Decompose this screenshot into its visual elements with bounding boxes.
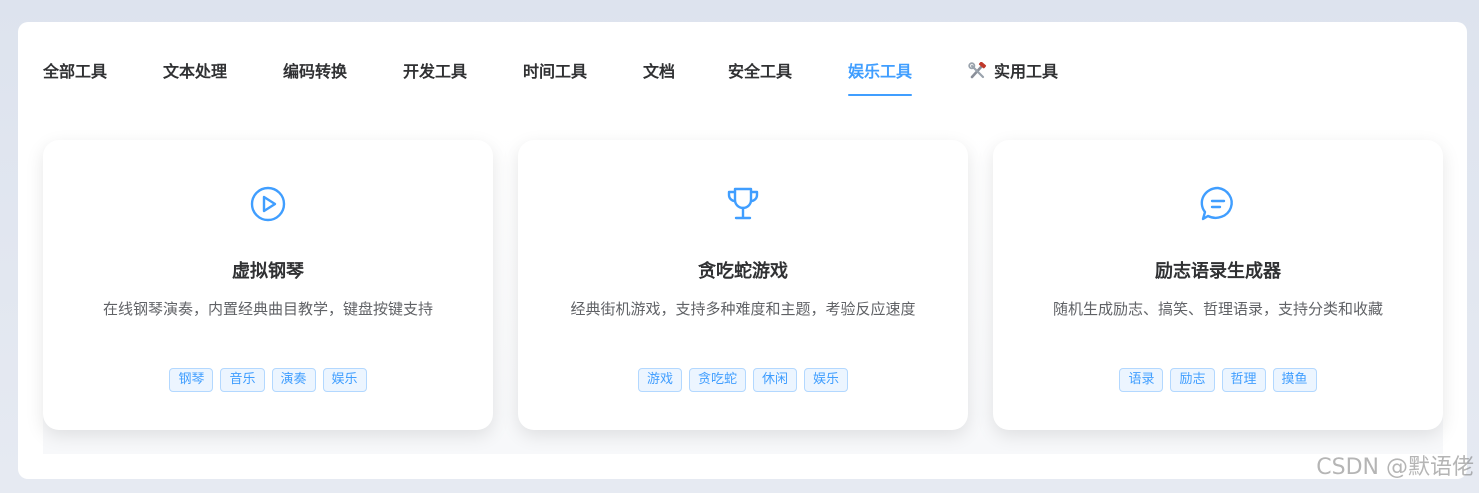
tag: 语录 bbox=[1119, 368, 1164, 392]
tool-cards: 虚拟钢琴 在线钢琴演奏，内置经典曲目教学，键盘按键支持 钢琴 音乐 演奏 娱乐 bbox=[43, 128, 1443, 454]
tab-encoding[interactable]: 编码转换 bbox=[283, 60, 347, 96]
hammer-wrench-icon bbox=[968, 61, 988, 87]
tag: 娱乐 bbox=[804, 368, 849, 392]
trophy-icon bbox=[518, 184, 968, 226]
tab-all-tools[interactable]: 全部工具 bbox=[43, 60, 107, 96]
tool-card-virtual-piano[interactable]: 虚拟钢琴 在线钢琴演奏，内置经典曲目教学，键盘按键支持 钢琴 音乐 演奏 娱乐 bbox=[43, 140, 493, 430]
tab-security-tools[interactable]: 安全工具 bbox=[728, 60, 792, 96]
card-title: 贪吃蛇游戏 bbox=[698, 261, 788, 282]
tab-entertainment-tools[interactable]: 娱乐工具 bbox=[848, 60, 913, 96]
tag: 演奏 bbox=[271, 368, 316, 392]
tag: 哲理 bbox=[1221, 368, 1266, 392]
card-tags: 游戏 贪吃蛇 休闲 娱乐 bbox=[518, 368, 968, 392]
tab-time-tools[interactable]: 时间工具 bbox=[523, 60, 587, 96]
tools-panel: 全部工具 文本处理 编码转换 开发工具 时间工具 文档 安全工具 娱乐工具 实用… bbox=[18, 22, 1467, 479]
chat-bubble-icon bbox=[993, 184, 1443, 226]
tag: 游戏 bbox=[637, 368, 682, 392]
tab-dev-tools[interactable]: 开发工具 bbox=[403, 60, 467, 96]
tab-docs[interactable]: 文档 bbox=[643, 60, 675, 96]
watermark: CSDN @默语佬 bbox=[1316, 455, 1474, 480]
tag: 音乐 bbox=[220, 368, 265, 392]
tool-card-snake-game[interactable]: 贪吃蛇游戏 经典街机游戏，支持多种难度和主题，考验反应速度 游戏 贪吃蛇 休闲 … bbox=[518, 140, 968, 430]
card-title: 虚拟钢琴 bbox=[232, 261, 304, 282]
card-tags: 钢琴 音乐 演奏 娱乐 bbox=[43, 368, 493, 392]
tag: 钢琴 bbox=[169, 368, 214, 392]
tool-card-quote-generator[interactable]: 励志语录生成器 随机生成励志、搞笑、哲理语录，支持分类和收藏 语录 励志 哲理 … bbox=[993, 140, 1443, 430]
tab-utility-label: 实用工具 bbox=[994, 62, 1059, 81]
tag: 贪吃蛇 bbox=[688, 368, 746, 392]
tab-text-processing[interactable]: 文本处理 bbox=[163, 60, 227, 96]
play-circle-icon bbox=[43, 184, 493, 226]
card-title: 励志语录生成器 bbox=[1155, 261, 1281, 282]
card-tags: 语录 励志 哲理 摸鱼 bbox=[993, 368, 1443, 392]
tag: 摸鱼 bbox=[1272, 368, 1317, 392]
tab-utility-tools[interactable]: 实用工具 bbox=[968, 60, 1058, 96]
tag: 励志 bbox=[1170, 368, 1215, 392]
card-description: 在线钢琴演奏，内置经典曲目教学，键盘按键支持 bbox=[102, 300, 433, 318]
tag: 娱乐 bbox=[322, 368, 367, 392]
card-description: 随机生成励志、搞笑、哲理语录，支持分类和收藏 bbox=[1052, 300, 1383, 318]
tag: 休闲 bbox=[753, 368, 798, 392]
card-description: 经典街机游戏，支持多种难度和主题，考验反应速度 bbox=[570, 300, 916, 318]
